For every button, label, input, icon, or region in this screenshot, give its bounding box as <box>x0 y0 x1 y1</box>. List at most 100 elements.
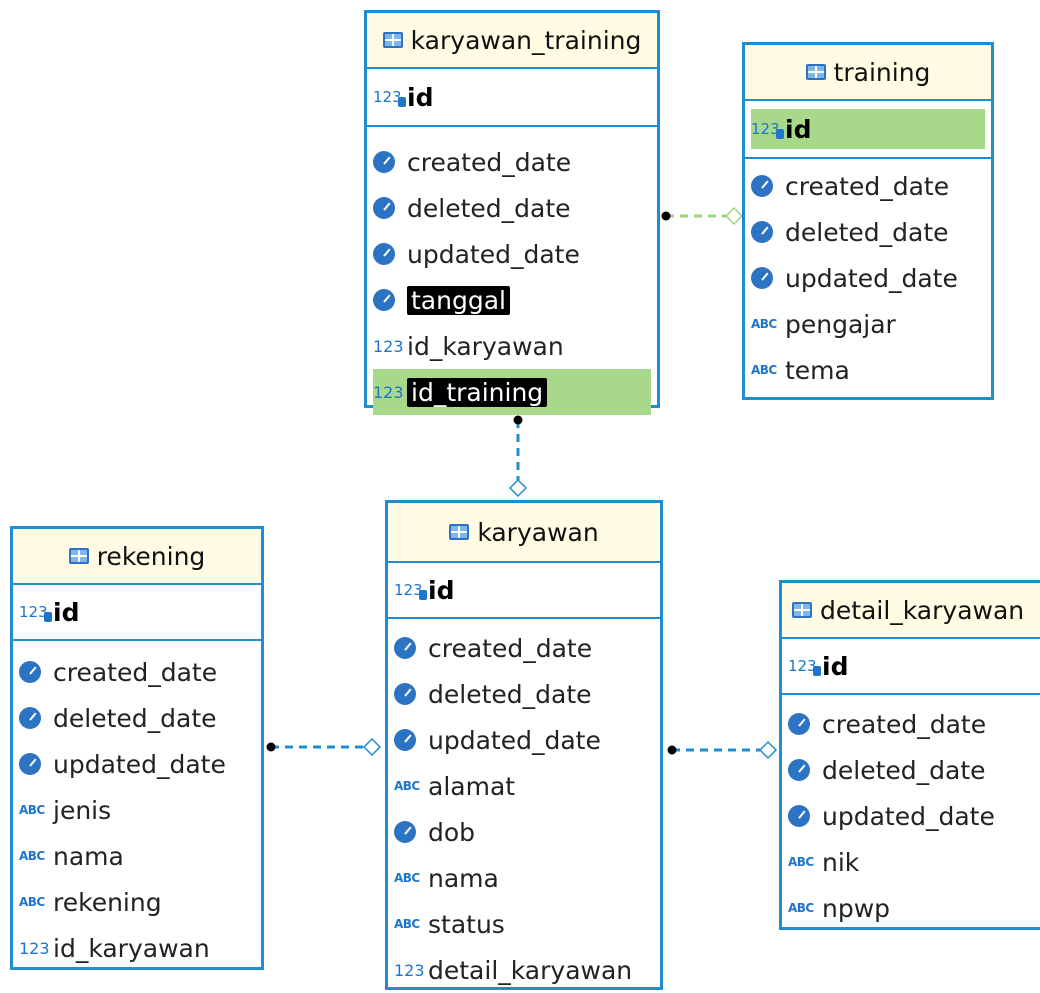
column-row[interactable]: created_date <box>782 701 1040 747</box>
column-name: updated_date <box>785 263 958 293</box>
table-header[interactable]: rekening <box>13 529 261 585</box>
column-row[interactable]: ABC tema <box>745 347 991 393</box>
column-row[interactable]: deleted_date <box>388 671 660 717</box>
abc-icon: ABC <box>394 779 420 793</box>
column-row[interactable]: ABC nama <box>13 833 261 879</box>
column-name: tema <box>785 355 850 385</box>
column-name: id_training <box>407 377 548 407</box>
link-karyawan-to-detail-karyawan <box>667 740 778 760</box>
clock-icon <box>394 821 422 843</box>
clock-icon <box>373 197 401 219</box>
abc-icon: ABC <box>751 317 777 331</box>
column-row[interactable]: 123 id_karyawan <box>13 925 261 971</box>
abc-icon: ABC <box>19 803 45 817</box>
column-name: nik <box>822 847 860 877</box>
clock-icon <box>394 683 422 705</box>
column-row[interactable]: created_date <box>388 625 660 671</box>
column-row[interactable]: created_date <box>367 139 657 185</box>
column-row[interactable]: ABC nama <box>388 855 660 901</box>
column-row[interactable]: 123 id_karyawan <box>367 323 657 369</box>
abc-icon: ABC <box>394 917 420 931</box>
column-name: id <box>428 575 455 605</box>
link-karyawan-training-to-karyawan <box>508 415 528 498</box>
column-row[interactable]: deleted_date <box>13 695 261 741</box>
column-name: alamat <box>428 771 516 801</box>
column-row[interactable]: tanggal <box>367 277 657 323</box>
abc-icon: ABC <box>394 871 420 885</box>
column-row[interactable]: ABC nik <box>782 839 1040 885</box>
column-name: rekening <box>53 887 162 917</box>
table-icon <box>382 32 403 48</box>
column-name: updated_date <box>428 725 601 755</box>
table-rekening[interactable]: rekening 123 id created_date deleted_dat… <box>10 526 264 970</box>
key-icon: 123 <box>373 88 406 107</box>
table-icon <box>805 64 826 80</box>
table-header[interactable]: karyawan <box>388 503 660 563</box>
column-name: id_karyawan <box>407 331 564 361</box>
column-name: nama <box>428 863 499 893</box>
column-name: deleted_date <box>428 679 592 709</box>
column-row[interactable]: deleted_date <box>782 747 1040 793</box>
column-name: id <box>407 82 434 112</box>
column-name: created_date <box>785 171 950 201</box>
column-row[interactable]: deleted_date <box>745 209 991 255</box>
primary-key-row[interactable]: 123 id <box>782 639 1040 695</box>
column-name: updated_date <box>407 239 580 269</box>
table-icon <box>68 548 89 564</box>
table-name: karyawan <box>477 517 599 547</box>
table-detail-karyawan[interactable]: detail_karyawan 123 id created_date dele… <box>779 580 1040 930</box>
link-karyawan-training-to-training <box>661 206 744 226</box>
column-name: pengajar <box>785 309 896 339</box>
clock-icon <box>751 221 779 243</box>
column-row[interactable]: updated_date <box>13 741 261 787</box>
column-row[interactable]: ABC rekening <box>13 879 261 925</box>
column-row[interactable]: updated_date <box>745 255 991 301</box>
column-name: deleted_date <box>407 193 571 223</box>
column-row[interactable]: updated_date <box>367 231 657 277</box>
column-row[interactable]: ABC jenis <box>13 787 261 833</box>
column-row[interactable]: created_date <box>745 163 991 209</box>
abc-icon: ABC <box>788 855 814 869</box>
column-row[interactable]: updated_date <box>388 717 660 763</box>
table-training[interactable]: training 123 id created_date deleted_dat… <box>742 42 994 400</box>
column-name: updated_date <box>822 801 995 831</box>
column-row[interactable]: 123 detail_karyawan <box>388 947 660 993</box>
primary-key-row[interactable]: 123 id <box>367 69 657 127</box>
clock-icon <box>751 175 779 197</box>
table-name: detail_karyawan <box>820 595 1025 625</box>
column-name: dob <box>428 817 476 847</box>
table-header[interactable]: karyawan_training <box>367 13 657 69</box>
column-name: nama <box>53 841 124 871</box>
clock-icon <box>751 267 779 289</box>
abc-icon: ABC <box>788 901 814 915</box>
table-header[interactable]: detail_karyawan <box>782 583 1040 639</box>
column-row[interactable]: ABC status <box>388 901 660 947</box>
column-row[interactable]: 123 id_training <box>373 369 651 415</box>
column-row[interactable]: updated_date <box>782 793 1040 839</box>
number-icon: 123 <box>19 938 50 958</box>
column-row[interactable]: ABC npwp <box>782 885 1040 931</box>
column-row[interactable]: created_date <box>13 649 261 695</box>
column-name: created_date <box>822 709 987 739</box>
table-karyawan-training[interactable]: karyawan_training 123 id created_date de… <box>364 10 660 415</box>
column-row[interactable]: deleted_date <box>367 185 657 231</box>
column-name: id <box>785 114 812 144</box>
clock-icon <box>394 637 422 659</box>
column-row[interactable]: ABC alamat <box>388 763 660 809</box>
column-name: deleted_date <box>53 703 217 733</box>
primary-key-row[interactable]: 123 id <box>13 585 261 641</box>
table-karyawan[interactable]: karyawan 123 id created_date deleted_dat… <box>385 500 663 990</box>
clock-icon <box>788 759 816 781</box>
column-name: updated_date <box>53 749 226 779</box>
primary-key-row[interactable]: 123 id <box>388 563 660 619</box>
abc-icon: ABC <box>19 895 45 909</box>
clock-icon <box>373 289 401 311</box>
column-row[interactable]: ABC pengajar <box>745 301 991 347</box>
key-icon: 123 <box>751 120 784 139</box>
column-name: created_date <box>407 147 572 177</box>
column-name: id_karyawan <box>53 933 210 963</box>
primary-key-row[interactable]: 123 id <box>745 101 991 159</box>
column-row[interactable]: dob <box>388 809 660 855</box>
table-header[interactable]: training <box>745 45 991 101</box>
clock-icon <box>19 661 47 683</box>
